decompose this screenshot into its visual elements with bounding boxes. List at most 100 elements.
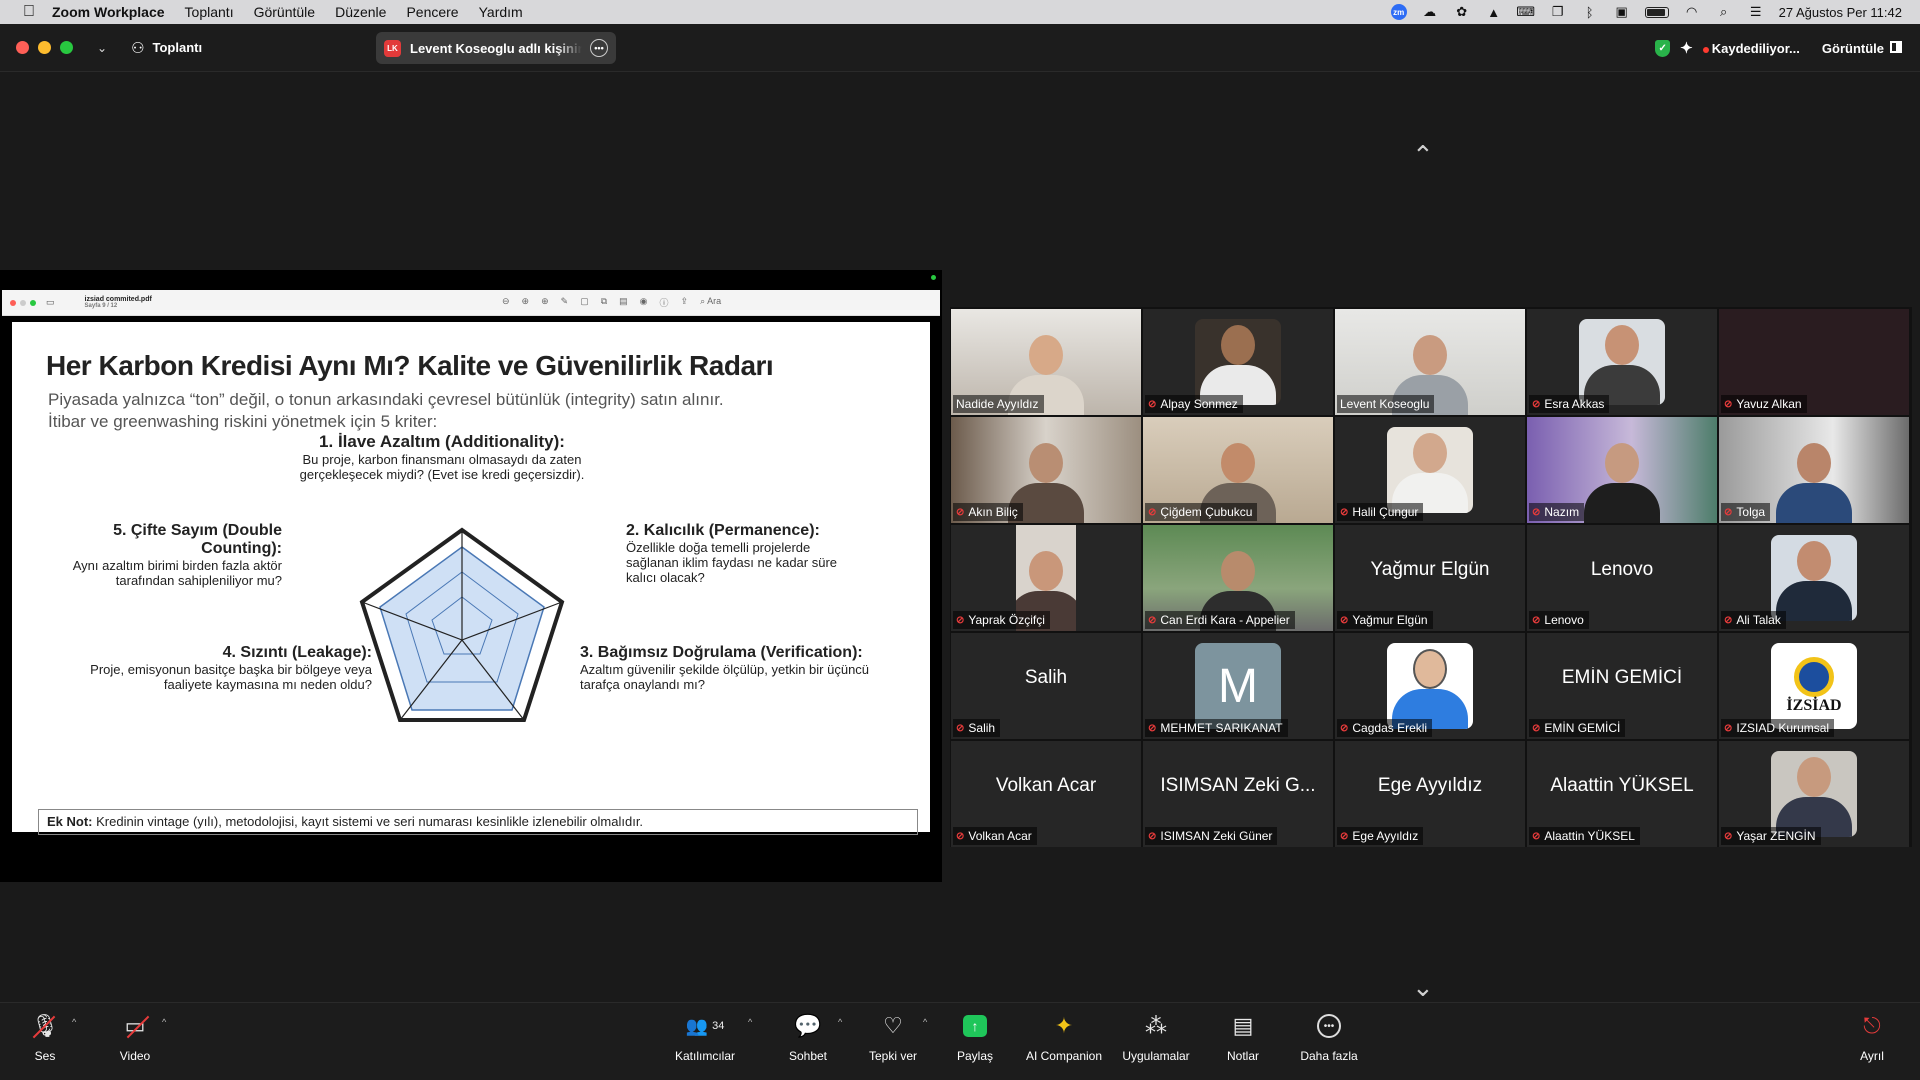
- video-button[interactable]: ▭ ^ Video: [90, 1011, 180, 1063]
- audio-options-caret-icon[interactable]: ^: [72, 1017, 76, 1027]
- menu-window[interactable]: Pencere: [406, 4, 458, 20]
- chat-button[interactable]: 💬 ^ Sohbet: [763, 1011, 853, 1063]
- participant-tile[interactable]: ⊘ Esra Akkas: [1527, 309, 1717, 415]
- pdf-close-button[interactable]: [10, 299, 16, 306]
- pdf-search-field[interactable]: ⌕ Ara: [700, 296, 721, 309]
- menu-edit[interactable]: Düzenle: [335, 4, 386, 20]
- participant-tile[interactable]: Alaattin YÜKSEL ⊘ Alaattin YÜKSEL: [1527, 741, 1717, 847]
- participant-tile[interactable]: Volkan Acar ⊘ Volkan Acar: [951, 741, 1141, 847]
- form-icon[interactable]: ▤: [619, 296, 628, 309]
- more-button[interactable]: ••• Daha fazla: [1284, 1011, 1374, 1063]
- rotate-icon[interactable]: ▢: [580, 296, 589, 309]
- participant-tile[interactable]: ISIMSAN Zeki G... ⊘ ISIMSAN Zeki Güner: [1143, 741, 1333, 847]
- view-button[interactable]: Görüntüle: [1822, 40, 1902, 56]
- leave-button[interactable]: ⎋ Ayrıl: [1832, 1011, 1912, 1063]
- pdf-tools: ⊖ ⊕ ⊕ ✎ ▢ ⧉ ▤ ◉ ⓘ ⇪ ⌕ Ara: [502, 296, 721, 309]
- zoom-status-icon[interactable]: zm: [1390, 4, 1407, 20]
- flower-status-icon[interactable]: ✿: [1453, 4, 1471, 19]
- participant-tile[interactable]: ⊘ Yaprak Özçifçi: [951, 525, 1141, 631]
- pdf-zoom-button[interactable]: [30, 299, 36, 306]
- izsiad-logo: İZSİAD: [1771, 643, 1857, 729]
- markup-pen-icon[interactable]: ✎: [561, 296, 569, 309]
- participant-tile[interactable]: İZSİAD ⊘ IZSIAD Kurumsal: [1719, 633, 1909, 739]
- app-status-icon[interactable]: ▣: [1613, 4, 1631, 19]
- ai-sparkle-icon[interactable]: ✦: [1680, 39, 1693, 57]
- crop-icon[interactable]: ⧉: [601, 296, 607, 309]
- participant-tile[interactable]: Lenovo ⊘ Lenovo: [1527, 525, 1717, 631]
- chevron-down-icon[interactable]: ⌄: [1412, 972, 1434, 1003]
- participant-tile[interactable]: Nadide Ayyıldız: [951, 309, 1141, 415]
- menu-help[interactable]: Yardım: [479, 4, 523, 20]
- participant-tile[interactable]: ⊘ Akın Biliç: [951, 417, 1141, 523]
- participant-name: Volkan Acar: [968, 829, 1032, 843]
- participant-tile[interactable]: Yağmur Elgün ⊘ Yağmur Elgün: [1335, 525, 1525, 631]
- close-window-button[interactable]: [16, 41, 29, 54]
- drive-status-icon[interactable]: ▲: [1485, 5, 1503, 20]
- annotate-icon[interactable]: ◉: [640, 296, 648, 309]
- menu-meeting[interactable]: Toplantı: [185, 4, 234, 20]
- sidebar-toggle-icon[interactable]: ▭: [46, 297, 55, 308]
- pdf-minimize-button[interactable]: [20, 299, 26, 306]
- participant-tile[interactable]: ⊘ Cagdas Erekli: [1335, 633, 1525, 739]
- participants-caret-icon[interactable]: ^: [748, 1017, 752, 1027]
- share-screen-button[interactable]: ↑ Paylaş: [930, 1011, 1020, 1063]
- keyboard-status-icon[interactable]: ⌨: [1516, 4, 1535, 19]
- info-icon[interactable]: ⓘ: [660, 296, 669, 309]
- minimize-window-button[interactable]: [38, 41, 51, 54]
- participant-tile[interactable]: M ⊘ MEHMET SARIKANAT: [1143, 633, 1333, 739]
- chevron-up-icon[interactable]: ⌃: [1412, 140, 1434, 171]
- bluetooth-icon[interactable]: ᛒ: [1581, 5, 1599, 20]
- recording-indicator[interactable]: Kaydediliyor...: [1702, 41, 1800, 56]
- mic-muted-icon: ⊘: [956, 830, 965, 842]
- audio-button[interactable]: 🎙 ^ Ses: [0, 1011, 90, 1063]
- chevron-down-icon[interactable]: ⌄: [97, 41, 107, 55]
- participant-tile[interactable]: ⊘ Halil Çungur: [1335, 417, 1525, 523]
- participant-tile[interactable]: ⊘ Can Erdi Kara - Appelier: [1143, 525, 1333, 631]
- participant-tile[interactable]: ⊘ Yaşar ZENGİN: [1719, 741, 1909, 847]
- react-button[interactable]: ♡ ^ Tepki ver: [848, 1011, 938, 1063]
- mic-muted-icon: ⊘: [1340, 614, 1349, 626]
- zoom-out-icon[interactable]: ⊖: [502, 296, 510, 309]
- window-status-icon[interactable]: ❐: [1549, 4, 1567, 19]
- cloud-status-icon[interactable]: ☁: [1421, 4, 1439, 19]
- more-options-icon[interactable]: •••: [590, 39, 608, 57]
- fullscreen-window-button[interactable]: [60, 41, 73, 54]
- menu-app-name[interactable]: Zoom Workplace: [52, 4, 165, 20]
- participant-tile[interactable]: ⊘ Tolga: [1719, 417, 1909, 523]
- participant-tile[interactable]: Salih ⊘ Salih: [951, 633, 1141, 739]
- zoom-icon[interactable]: ⊕: [541, 296, 549, 309]
- participant-tile[interactable]: Ege Ayyıldız ⊘ Ege Ayyıldız: [1335, 741, 1525, 847]
- participant-video: [1776, 443, 1852, 523]
- security-shield-icon[interactable]: ✓: [1655, 39, 1671, 57]
- participant-tile[interactable]: ⊘ Çiğdem Çubukcu: [1143, 417, 1333, 523]
- participant-tile[interactable]: ⊘ Ali Talak: [1719, 525, 1909, 631]
- notes-button[interactable]: ▤ Notlar: [1198, 1011, 1288, 1063]
- participants-button[interactable]: 👥 34 ^ Katılımcılar: [660, 1011, 752, 1064]
- screen-share-indicator[interactable]: LK Levent Koseoglu adlı kişinin ekranı •…: [376, 32, 616, 64]
- participants-icon: 👥: [685, 1015, 709, 1036]
- share-file-icon[interactable]: ⇪: [681, 296, 689, 309]
- participant-tile[interactable]: EMİN GEMİCİ ⊘ EMİN GEMİCİ: [1527, 633, 1717, 739]
- control-center-icon[interactable]: ☰: [1747, 4, 1765, 19]
- participant-tile[interactable]: ⊘ Yavuz Alkan: [1719, 309, 1909, 415]
- spotlight-search-icon[interactable]: ⌕: [1715, 4, 1733, 19]
- battery-icon[interactable]: [1644, 6, 1669, 18]
- participant-name-tag: ⊘ Yavuz Alkan: [1721, 395, 1807, 413]
- zoom-in-icon[interactable]: ⊕: [522, 296, 530, 309]
- participant-tile-speaking[interactable]: Levent Koseoglu: [1335, 309, 1525, 415]
- apps-button[interactable]: ⁂ Uygulamalar: [1110, 1011, 1202, 1063]
- video-options-caret-icon[interactable]: ^: [162, 1017, 166, 1027]
- menubar-datetime[interactable]: 27 Ağustos Per 11:42: [1779, 5, 1902, 20]
- participant-tile[interactable]: ⊘ Nazım: [1527, 417, 1717, 523]
- participant-tile[interactable]: ⊘ Alpay Sonmez: [1143, 309, 1333, 415]
- shared-screen[interactable]: ▭ izsiad commited.pdf Sayfa 9 / 12 ⊖ ⊕ ⊕…: [0, 270, 942, 882]
- wifi-icon[interactable]: ◠: [1683, 4, 1701, 19]
- chat-caret-icon[interactable]: ^: [838, 1017, 842, 1027]
- meeting-label[interactable]: Toplantı: [153, 40, 203, 55]
- menu-view[interactable]: Görüntüle: [254, 4, 315, 20]
- apple-menu-icon[interactable]: : [18, 3, 40, 21]
- criterion-4: 4. Sızıntı (Leakage): Proje, emisyonun b…: [72, 644, 372, 692]
- react-caret-icon[interactable]: ^: [923, 1017, 927, 1027]
- pdf-window-controls: [10, 299, 36, 306]
- ai-companion-button[interactable]: ✦ AI Companion: [1018, 1011, 1110, 1063]
